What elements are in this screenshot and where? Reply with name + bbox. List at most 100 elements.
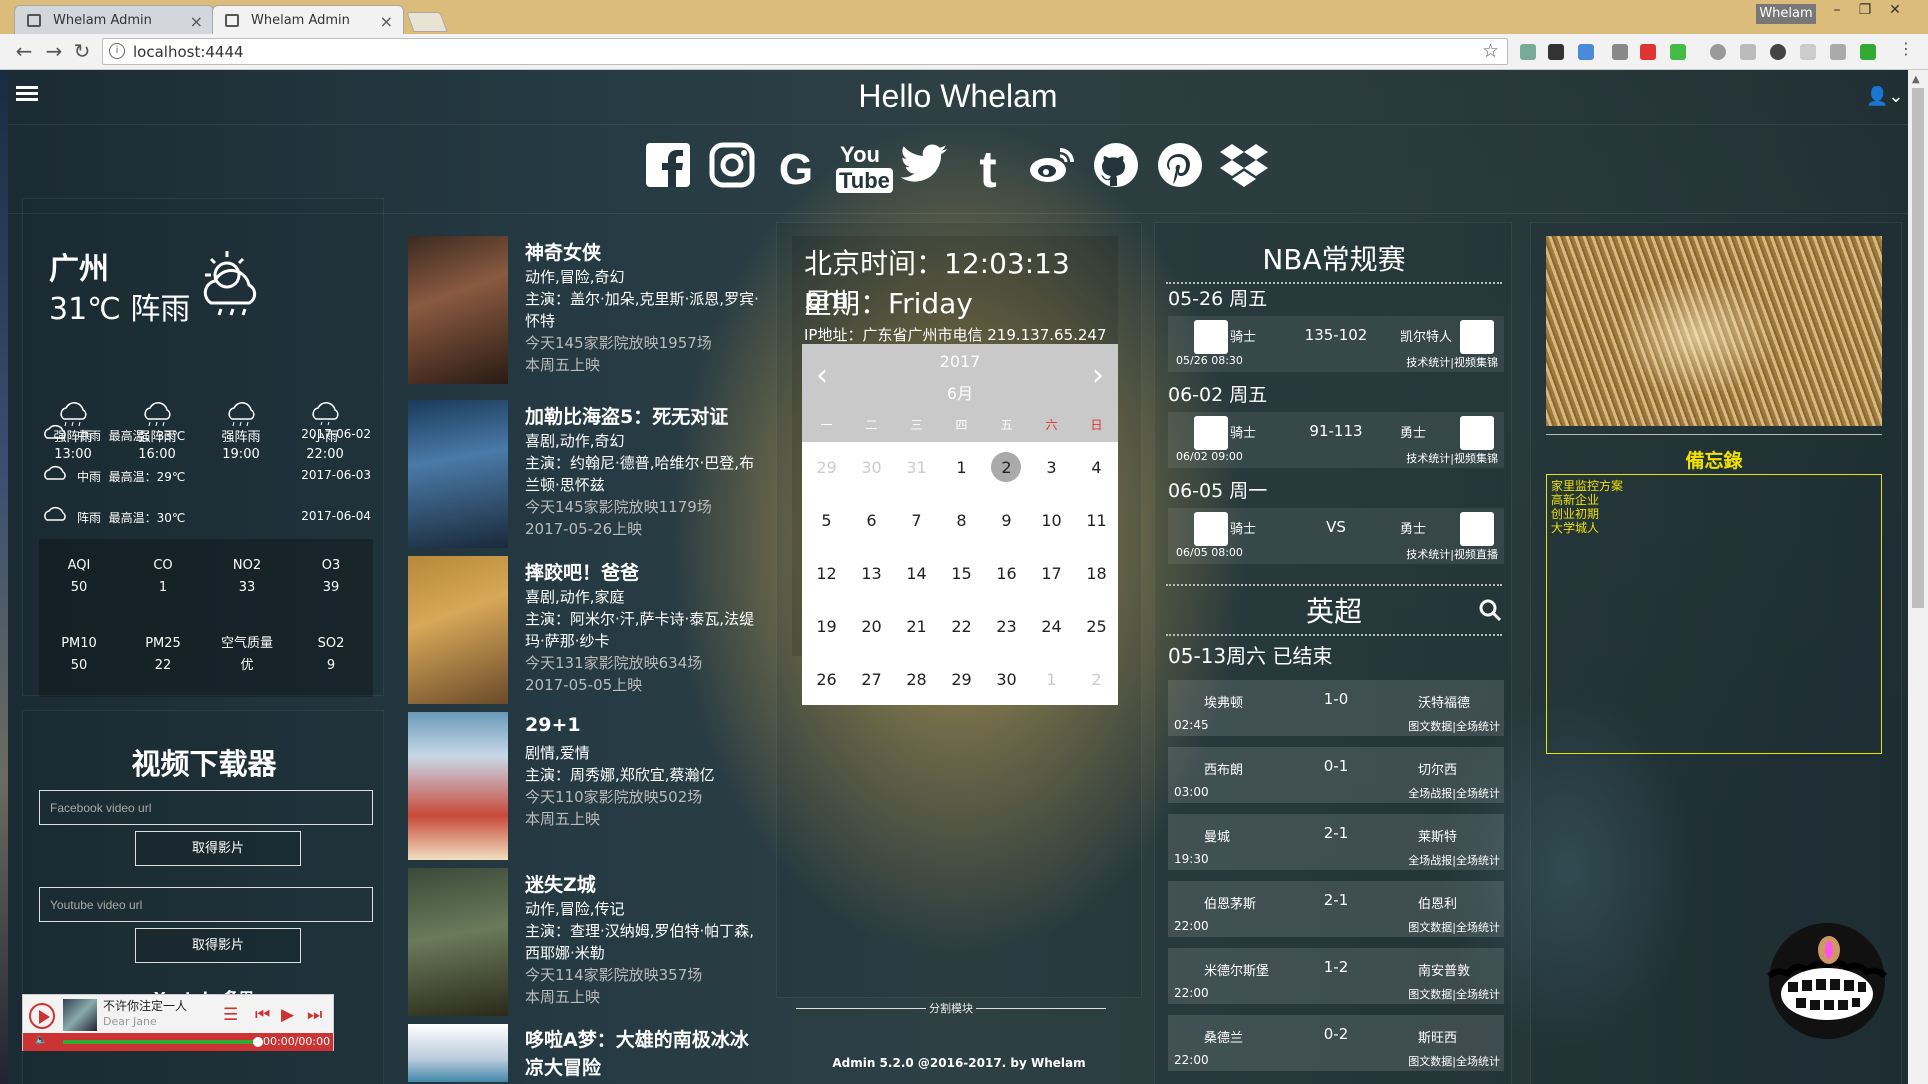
extension-icon[interactable]	[1770, 44, 1786, 60]
extension-icon[interactable]	[1860, 44, 1876, 60]
epl-game[interactable]: 米德尔斯堡 1-2 南安普敦 22:00 图文数据|全场统计	[1168, 948, 1504, 1004]
nba-game[interactable]: 骑士 135-102 凯尔特人 05/26 08:30 技术统计|视频集锦	[1168, 316, 1504, 372]
epl-game[interactable]: 伯恩茅斯 2-1 伯恩利 22:00 图文数据|全场统计	[1168, 881, 1504, 937]
calendar-day[interactable]: 29	[804, 458, 849, 477]
next-icon[interactable]: ⏭	[307, 1005, 322, 1025]
user-dropdown-icon[interactable]: 👤⌄	[1866, 86, 1904, 107]
epl-game[interactable]: 桑德兰 0-2 斯旺西 22:00 图文数据|全场统计	[1168, 1015, 1504, 1071]
facebook-url-input[interactable]	[39, 790, 373, 825]
chrome-menu-icon[interactable]: ⋮	[1894, 39, 1918, 58]
back-icon[interactable]: ←	[12, 39, 36, 63]
movie-item[interactable]: 加勒比海盗5：死无对证 喜剧,动作,奇幻 主演：约翰尼·德普,哈维尔·巴登,布兰…	[408, 400, 758, 548]
calendar-day[interactable]: 24	[1029, 617, 1074, 636]
epl-game[interactable]: 埃弗顿 1-0 沃特福德 02:45 图文数据|全场统计	[1168, 680, 1504, 736]
extension-icon[interactable]	[1830, 44, 1846, 60]
youtube-url-input[interactable]	[39, 887, 373, 922]
extension-icon[interactable]	[1710, 44, 1726, 60]
mascot-icon[interactable]	[1762, 916, 1892, 1046]
scroll-thumb[interactable]	[1912, 88, 1924, 608]
extension-icon[interactable]	[1640, 44, 1656, 60]
forward-icon[interactable]: →	[42, 39, 66, 63]
youtube-icon[interactable]: You Tube	[836, 142, 893, 198]
game-links[interactable]: 图文数据|全场统计	[1408, 1053, 1500, 1069]
address-bar[interactable]: i localhost:4444 ☆	[102, 38, 1508, 65]
game-links[interactable]: 技术统计|视频集锦	[1406, 450, 1498, 466]
calendar-day[interactable]: 17	[1029, 564, 1074, 583]
calendar-day[interactable]: 30	[984, 670, 1029, 689]
calendar-day[interactable]: 8	[939, 511, 984, 530]
calendar-day[interactable]: 19	[804, 617, 849, 636]
calendar-day[interactable]: 9	[984, 511, 1029, 530]
extension-icon[interactable]	[1548, 44, 1564, 60]
calendar-day[interactable]: 28	[894, 670, 939, 689]
movie-item[interactable]: 神奇女侠 动作,冒险,奇幻 主演：盖尔·加朵,克里斯·派恩,罗宾·怀特 今天145…	[408, 236, 759, 384]
calendar-day[interactable]: 25	[1074, 617, 1119, 636]
progress-bar[interactable]	[63, 1037, 263, 1047]
calendar-year[interactable]: 2017	[802, 352, 1118, 371]
calendar-day[interactable]: 13	[849, 564, 894, 583]
bookmark-star-icon[interactable]: ☆	[1482, 40, 1499, 62]
play-small-icon[interactable]: ▶	[281, 1005, 294, 1025]
calendar-day[interactable]: 1	[939, 458, 984, 477]
epl-game[interactable]: 西布朗 0-1 切尔西 03:00 全场战报|全场统计	[1168, 747, 1504, 803]
movie-poster[interactable]	[408, 1024, 508, 1082]
nba-game[interactable]: 骑士 VS 勇士 06/05 08:00 技术统计|视频直播	[1168, 508, 1504, 564]
google-icon[interactable]: G	[772, 142, 820, 198]
close-icon[interactable]: ×	[380, 12, 393, 31]
movie-item[interactable]: 哆啦A梦：大雄的南极冰冰凉大冒险	[408, 1024, 758, 1084]
previous-icon[interactable]: ⏮	[255, 1005, 270, 1025]
game-links[interactable]: 技术统计|视频直播	[1406, 546, 1498, 562]
movie-item[interactable]: 迷失Z城 动作,冒险,传记 主演：查理·汉纳姆,罗伯特·帕丁森,西耶娜·米勒 今天…	[408, 868, 758, 1016]
movie-title[interactable]: 29+1	[525, 714, 581, 736]
calendar-day[interactable]: 16	[984, 564, 1029, 583]
url-text[interactable]: localhost:4444	[133, 43, 244, 61]
extension-icon[interactable]	[1670, 44, 1686, 60]
calendar-day[interactable]: 23	[984, 617, 1029, 636]
browser-tab[interactable]: Whelam Admin ×	[14, 5, 214, 34]
browser-tab-active[interactable]: Whelam Admin ×	[212, 5, 404, 34]
calendar-day[interactable]: 27	[849, 670, 894, 689]
calendar-month[interactable]: 6月	[802, 380, 1118, 404]
game-links[interactable]: 全场战报|全场统计	[1408, 785, 1500, 801]
weibo-icon[interactable]	[1028, 142, 1076, 198]
calendar-day[interactable]: 18	[1074, 564, 1119, 583]
calendar-day[interactable]: 10	[1029, 511, 1074, 530]
epl-game[interactable]: 曼城 2-1 莱斯特 19:30 全场战报|全场统计	[1168, 814, 1504, 870]
calendar-day[interactable]: 30	[849, 458, 894, 477]
tumblr-icon[interactable]: t	[964, 142, 1012, 198]
movie-title[interactable]: 哆啦A梦：大雄的南极冰冰凉大冒险	[525, 1026, 761, 1082]
new-tab-button[interactable]	[406, 12, 448, 32]
movie-poster[interactable]	[408, 556, 508, 704]
calendar-day[interactable]: 5	[804, 511, 849, 530]
game-links[interactable]: 技术统计|视频集锦	[1406, 354, 1498, 370]
calendar-day[interactable]: 7	[894, 511, 939, 530]
github-icon[interactable]	[1092, 142, 1140, 198]
memo-textarea[interactable]: 家里监控方案 高新企业 创业初期 大学城人	[1546, 474, 1882, 754]
movie-title[interactable]: 加勒比海盗5：死无对证	[525, 402, 728, 429]
close-window-button[interactable]: ✕	[1882, 2, 1908, 24]
movie-title[interactable]: 摔跤吧！爸爸	[525, 558, 639, 585]
facebook-icon[interactable]	[644, 142, 692, 198]
calendar-day[interactable]: 26	[804, 670, 849, 689]
close-icon[interactable]: ×	[190, 12, 203, 31]
movie-poster[interactable]	[408, 712, 508, 860]
info-icon[interactable]: i	[109, 43, 125, 59]
fetch-facebook-button[interactable]: 取得影片	[135, 831, 301, 866]
movie-poster[interactable]	[408, 236, 508, 384]
game-links[interactable]: 全场战报|全场统计	[1408, 852, 1500, 868]
chevron-right-icon[interactable]: ›	[1092, 358, 1104, 393]
nba-game[interactable]: 骑士 91-113 勇士 06/02 09:00 技术统计|视频集锦	[1168, 412, 1504, 468]
fetch-youtube-button[interactable]: 取得影片	[135, 928, 301, 963]
movie-title[interactable]: 迷失Z城	[525, 870, 596, 897]
calendar-day[interactable]: 22	[939, 617, 984, 636]
calendar-day[interactable]: 31	[894, 458, 939, 477]
volume-icon[interactable]: 🔈	[35, 1035, 47, 1046]
progress-handle[interactable]	[253, 1037, 263, 1047]
dropbox-icon[interactable]	[1220, 142, 1268, 198]
movie-title[interactable]: 神奇女侠	[525, 238, 601, 265]
scrollbar[interactable]: ▲	[1908, 70, 1928, 1084]
minimize-button[interactable]: –	[1824, 2, 1850, 24]
game-links[interactable]: 图文数据|全场统计	[1408, 718, 1500, 734]
instagram-icon[interactable]	[708, 142, 756, 198]
calendar-day[interactable]: 12	[804, 564, 849, 583]
